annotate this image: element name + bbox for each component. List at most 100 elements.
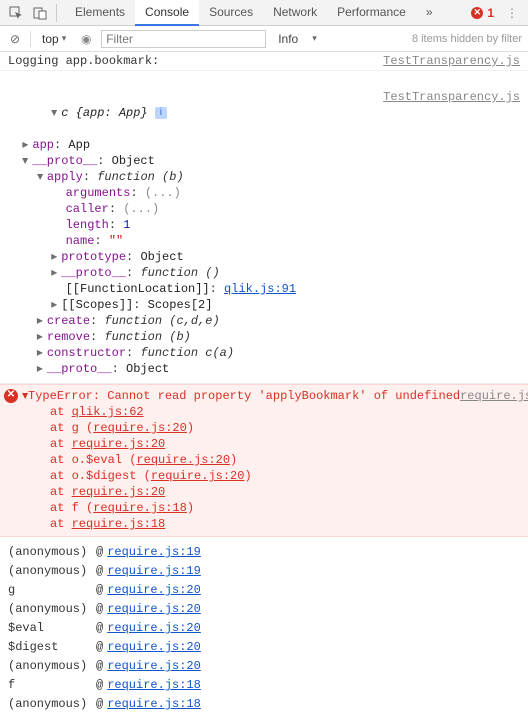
- at-symbol: @: [96, 601, 103, 617]
- tab-sources[interactable]: Sources: [199, 0, 263, 26]
- object-tree: TestTransparency.js c {app: App} i app: …: [0, 71, 528, 384]
- source-link[interactable]: TestTransparency.js: [383, 89, 520, 105]
- error-count-badge[interactable]: ✕ 1: [465, 6, 500, 20]
- source-link[interactable]: require.js:19: [107, 563, 201, 579]
- chevron-down-icon: ▾: [62, 33, 67, 44]
- source-link[interactable]: require.js:18: [93, 501, 187, 515]
- source-link[interactable]: require.js:20: [107, 601, 201, 617]
- at-symbol: @: [96, 563, 103, 579]
- tab-console[interactable]: Console: [135, 0, 199, 26]
- divider: [56, 4, 57, 22]
- source-link[interactable]: require.js:18: [72, 517, 166, 531]
- stack-frame: at require.js:20: [4, 484, 520, 500]
- prop-value[interactable]: function c(a): [140, 346, 234, 360]
- disclosure-triangle[interactable]: [51, 105, 61, 121]
- source-link[interactable]: require.js:20: [107, 658, 201, 674]
- prop-value[interactable]: (...): [123, 202, 159, 216]
- log-level-label: Info: [278, 32, 298, 46]
- devtools-menu-icon[interactable]: ⋮: [500, 1, 524, 25]
- stack-function: (anonymous): [8, 601, 96, 617]
- source-link[interactable]: require.js:20: [72, 485, 166, 499]
- tab-elements[interactable]: Elements: [65, 0, 135, 26]
- stack-function: f: [8, 677, 96, 693]
- stack-frame: at f (require.js:18): [4, 500, 520, 516]
- eye-icon[interactable]: ◉: [77, 32, 95, 46]
- device-toggle-icon[interactable]: [28, 1, 52, 25]
- inspect-icon[interactable]: [4, 1, 28, 25]
- stack-function: (anonymous): [8, 563, 96, 579]
- at-symbol: @: [96, 620, 103, 636]
- prop-value[interactable]: (...): [145, 186, 181, 200]
- stack-function: (anonymous): [8, 696, 96, 712]
- filter-input[interactable]: [101, 30, 266, 48]
- devtools-tabbar: Elements Console Sources Network Perform…: [0, 0, 528, 26]
- chevron-down-icon: ▾: [312, 33, 317, 44]
- source-link[interactable]: require.js:18: [107, 696, 201, 712]
- stack-row: g@require.js:20: [8, 582, 520, 598]
- disclosure-triangle[interactable]: [37, 169, 47, 185]
- prop-value[interactable]: Object: [112, 154, 155, 168]
- source-link[interactable]: require.js:20: [107, 620, 201, 636]
- prop-key: caller: [66, 202, 109, 216]
- disclosure-triangle[interactable]: [37, 345, 47, 361]
- prop-value[interactable]: Object: [140, 250, 183, 264]
- prop-key: apply: [47, 170, 83, 184]
- disclosure-triangle[interactable]: [37, 361, 47, 377]
- stack-function: $eval: [8, 620, 96, 636]
- object-summary[interactable]: c {app: App}: [61, 106, 147, 120]
- at-symbol: @: [96, 696, 103, 712]
- stack-function: (anonymous): [8, 658, 96, 674]
- prop-value[interactable]: function (b): [97, 170, 183, 184]
- tab-network[interactable]: Network: [263, 0, 327, 26]
- source-link[interactable]: require.js:20: [93, 421, 187, 435]
- prop-value[interactable]: function (): [140, 266, 219, 280]
- prop-key: [[FunctionLocation]]: [66, 282, 210, 296]
- disclosure-triangle[interactable]: [37, 313, 47, 329]
- error-message: TypeError: Cannot read property 'applyBo…: [28, 388, 460, 404]
- stack-frame: at o.$eval (require.js:20): [4, 452, 520, 468]
- prop-value[interactable]: Scopes[2]: [148, 298, 213, 312]
- info-icon[interactable]: i: [155, 107, 167, 119]
- panel-tabs: Elements Console Sources Network Perform…: [65, 0, 443, 26]
- error-icon: ✕: [471, 7, 483, 19]
- disclosure-triangle[interactable]: [22, 153, 32, 169]
- tabs-overflow[interactable]: »: [416, 0, 443, 26]
- disclosure-triangle[interactable]: [51, 265, 61, 281]
- at-symbol: @: [96, 658, 103, 674]
- disclosure-triangle[interactable]: [51, 297, 61, 313]
- prop-value[interactable]: function (b): [104, 330, 190, 344]
- source-link[interactable]: require.js:20: [136, 453, 230, 467]
- source-link[interactable]: require.js:20: [107, 582, 201, 598]
- source-link[interactable]: qlik.js:91: [224, 282, 296, 296]
- source-link[interactable]: require.js:20: [151, 469, 245, 483]
- source-link[interactable]: TestTransparency.js: [383, 53, 520, 69]
- stack-row: (anonymous)@require.js:19: [8, 544, 520, 560]
- context-selector[interactable]: top ▾: [37, 29, 71, 49]
- stack-frame: at o.$digest (require.js:20): [4, 468, 520, 484]
- source-link[interactable]: require.js:18: [107, 677, 201, 693]
- disclosure-triangle[interactable]: [22, 137, 32, 153]
- prop-key: length: [66, 218, 109, 232]
- stack-function: (anonymous): [8, 544, 96, 560]
- source-link[interactable]: require.js: [460, 388, 528, 404]
- stack-function: g: [8, 582, 96, 598]
- disclosure-triangle[interactable]: [51, 249, 61, 265]
- clear-console-icon[interactable]: ⊘: [6, 32, 24, 46]
- prop-value[interactable]: App: [68, 138, 90, 152]
- source-link[interactable]: require.js:20: [107, 639, 201, 655]
- prop-key: __proto__: [32, 154, 97, 168]
- stack-frame: at require.js:18: [4, 516, 520, 532]
- source-link[interactable]: qlik.js:62: [72, 405, 144, 419]
- stack-row: (anonymous)@require.js:20: [8, 601, 520, 617]
- prop-key: __proto__: [47, 362, 112, 376]
- source-link[interactable]: require.js:19: [107, 544, 201, 560]
- prop-value[interactable]: function (c,d,e): [104, 314, 219, 328]
- prop-key: constructor: [47, 346, 126, 360]
- tab-performance[interactable]: Performance: [327, 0, 416, 26]
- stack-row: (anonymous)@require.js:18: [8, 696, 520, 712]
- prop-value[interactable]: Object: [126, 362, 169, 376]
- log-level-selector[interactable]: Info ▾: [272, 32, 323, 46]
- at-symbol: @: [96, 544, 103, 560]
- disclosure-triangle[interactable]: [37, 329, 47, 345]
- source-link[interactable]: require.js:20: [72, 437, 166, 451]
